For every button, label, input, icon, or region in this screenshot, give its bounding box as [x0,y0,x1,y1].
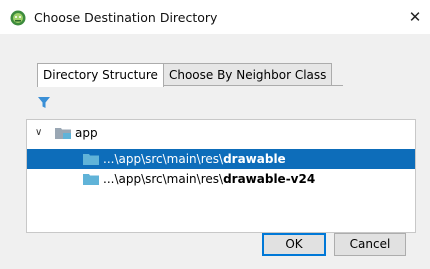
android-studio-icon [10,10,26,26]
tree-root-label: app [75,126,98,140]
tree-item-drawable[interactable]: ...\app\src\main\res\drawable [27,149,415,169]
tree-item-name: drawable-v24 [223,172,316,186]
tab-choose-by-neighbor-class[interactable]: Choose By Neighbor Class [162,63,333,86]
module-folder-icon [55,128,71,139]
tree-item-path: ...\app\src\main\res\ [103,172,224,186]
folder-icon [83,154,99,165]
ok-button[interactable]: OK [262,233,326,256]
close-button[interactable]: ✕ [400,2,430,32]
directory-tree[interactable]: ∨ app ...\app\src\main\res\drawable ...\… [26,119,416,233]
tree-item-name: drawable [223,152,286,166]
tree-item-drawable-v24[interactable]: ...\app\src\main\res\drawable-v24 [27,169,415,189]
tab-directory-structure[interactable]: Directory Structure [37,63,164,87]
title-bar: Choose Destination Directory ✕ [0,0,430,34]
filter-icon[interactable] [37,96,51,110]
tree-item-path: ...\app\src\main\res\ [103,152,224,166]
chevron-down-icon[interactable]: ∨ [35,123,42,143]
folder-icon [83,174,99,185]
choose-destination-dialog: Choose Destination Directory ✕ Directory… [0,0,430,269]
dialog-title: Choose Destination Directory [34,10,218,25]
tab-strip: Directory Structure Choose By Neighbor C… [37,63,333,87]
cancel-button[interactable]: Cancel [334,233,406,256]
tree-root-app[interactable]: ∨ app [27,123,415,143]
